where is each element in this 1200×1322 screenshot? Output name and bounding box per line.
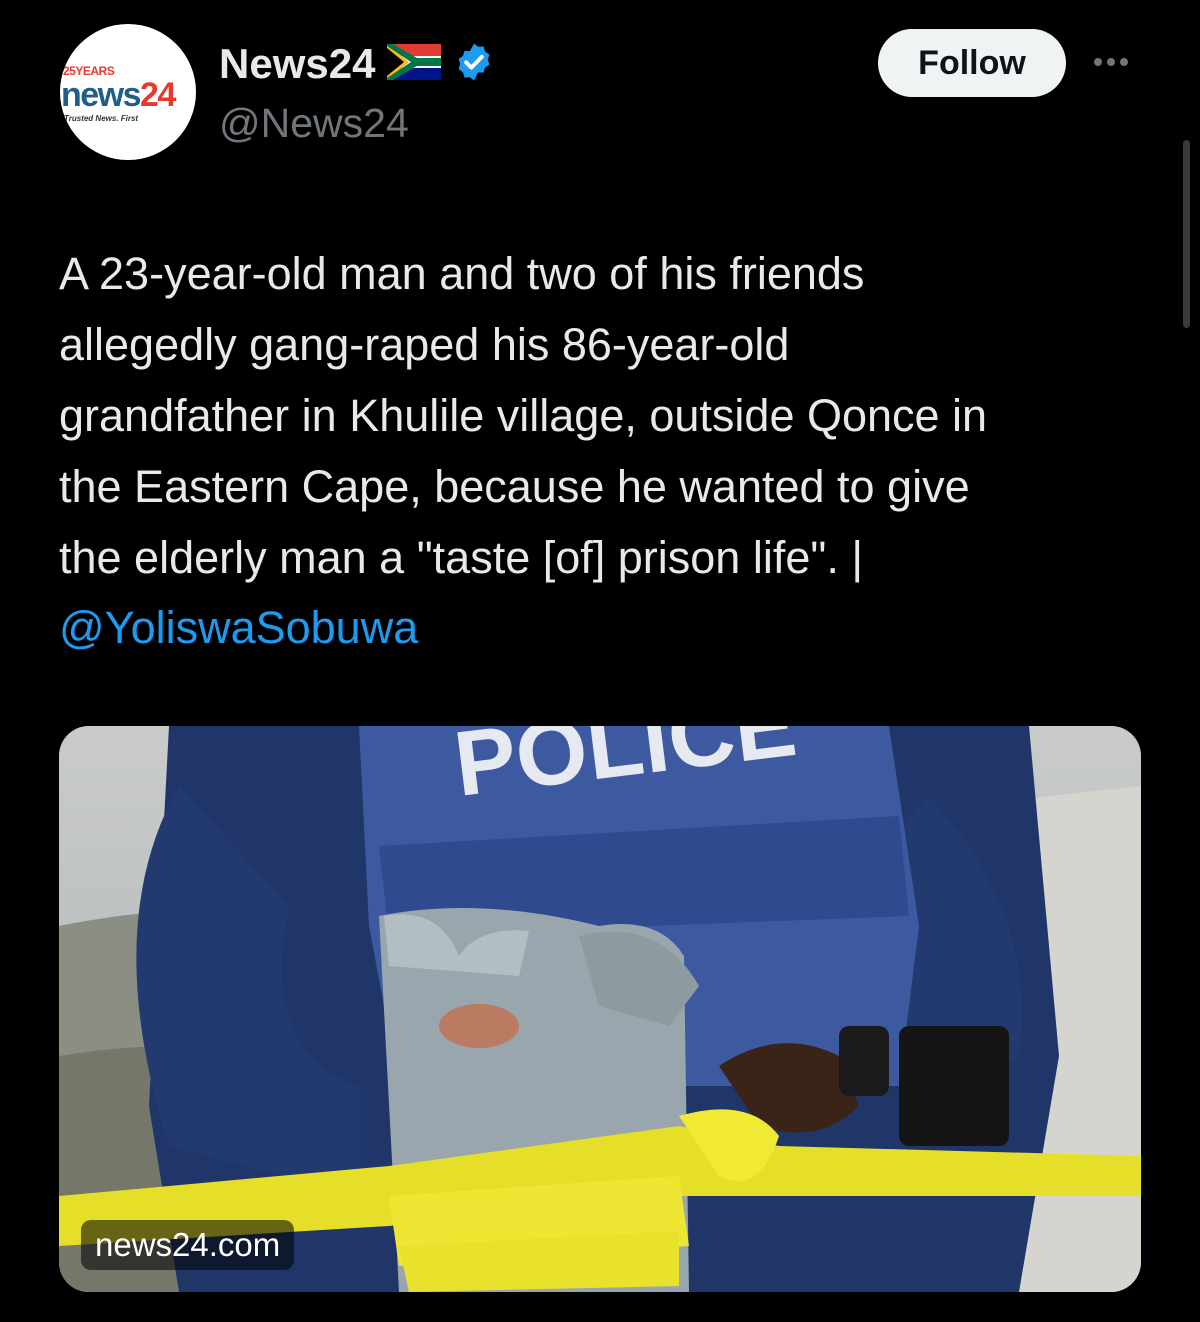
avatar-brand-main: news (61, 76, 142, 114)
author-handle[interactable]: @News24 (219, 100, 409, 147)
verified-badge-icon (453, 41, 495, 88)
page-scrollbar[interactable] (1183, 140, 1190, 328)
media-domain-badge: news24.com (81, 1220, 295, 1270)
author-name-row[interactable]: News24 (219, 40, 495, 88)
avatar-logo: news24 (61, 76, 176, 115)
post-text: A 23-year-old man and two of his friends… (59, 248, 988, 583)
post-media-image[interactable]: POLICE news24.com (59, 726, 1141, 1292)
follow-button[interactable]: Follow (878, 29, 1066, 97)
more-options-icon[interactable] (1094, 50, 1138, 74)
author-mention-link[interactable]: @YoliswaSobuwa (59, 592, 418, 663)
author-display-name[interactable]: News24 (219, 40, 375, 88)
south-africa-flag-icon (387, 43, 442, 85)
account-avatar[interactable]: 25YEARS news24 Trusted News. First (60, 24, 196, 160)
avatar-tagline: Trusted News. First (64, 114, 139, 123)
avatar-brand-number: 24 (140, 76, 176, 114)
